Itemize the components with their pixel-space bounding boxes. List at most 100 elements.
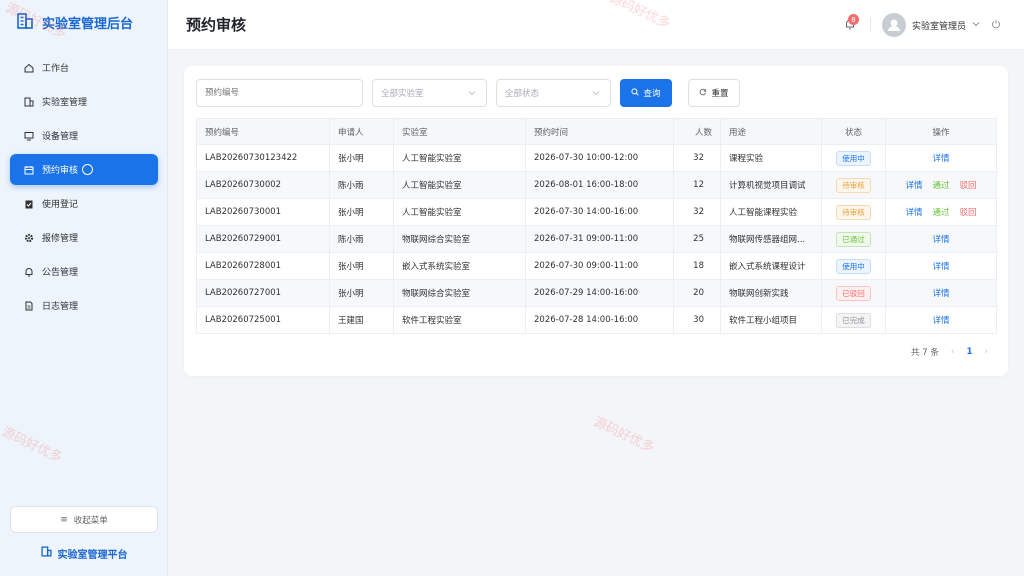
- status-badge: 使用中: [836, 150, 871, 166]
- status-badge: 待审核: [836, 204, 871, 220]
- cell-time: 2026-07-28 14:00-16:00: [525, 306, 674, 334]
- collapse-menu-button[interactable]: ≡ 收起菜单: [10, 506, 158, 533]
- cell-purpose: 计算机视觉项目调试: [720, 171, 822, 199]
- cell-applicant: 张小明: [329, 144, 394, 172]
- reject-link[interactable]: 驳回: [960, 208, 977, 218]
- detail-link[interactable]: 详情: [932, 154, 949, 164]
- cell-status: 使用中: [821, 144, 886, 172]
- platform-footer: 实验室管理平台: [10, 544, 158, 562]
- cell-actions: 详情: [885, 225, 997, 253]
- cell-applicant: 张小明: [329, 198, 394, 226]
- next-page-icon[interactable]: ›: [984, 347, 988, 357]
- cell-actions: 详情: [885, 279, 997, 307]
- table-row: LAB20260729001 陈小雨 物联网综合实验室 2026-07-31 09:0…: [196, 225, 997, 253]
- reject-link[interactable]: 驳回: [960, 181, 977, 191]
- booking-table: 预约编号 申请人 实验室 预约时间 人数 用途 状态 操作 LAB2026073…: [196, 118, 997, 334]
- status-badge: 已驳回: [836, 285, 871, 301]
- cell-booking-no: LAB20260730123422: [196, 144, 330, 172]
- pagination: 共 7 条 ‹ 1 ›: [911, 346, 988, 358]
- avatar[interactable]: [882, 13, 906, 37]
- detail-link[interactable]: 详情: [932, 316, 949, 326]
- header-divider: [870, 18, 871, 32]
- notification-badge: 8: [848, 14, 859, 25]
- lab-select-value: 全部实验室: [381, 89, 424, 99]
- cell-time: 2026-07-30 09:00-11:00: [525, 252, 674, 280]
- cell-applicant: 陈小雨: [329, 225, 394, 253]
- cell-purpose: 物联网创新实践: [720, 279, 822, 307]
- calendar-icon: [24, 165, 34, 175]
- search-button[interactable]: 查询: [620, 79, 672, 107]
- search-button-label: 查询: [643, 89, 661, 99]
- table-row: LAB20260730002 陈小雨 人工智能实验室 2026-08-01 16:00…: [196, 171, 997, 199]
- cell-time: 2026-07-30 14:00-16:00: [525, 198, 674, 226]
- status-select[interactable]: 全部状态: [496, 79, 611, 107]
- reset-button[interactable]: 重置: [688, 79, 740, 107]
- sidebar: 实验室管理后台 工作台 实验室管理 设备管理 预约审核 使用登记 报修管理 公告…: [0, 0, 168, 576]
- cell-actions: 详情: [885, 144, 997, 172]
- cell-status: 已通过: [821, 225, 886, 253]
- gear-icon: [24, 233, 34, 243]
- cell-purpose: 物联网传感器组网...: [720, 225, 822, 253]
- sidebar-item-repairs[interactable]: 报修管理: [10, 222, 158, 253]
- cell-count: 25: [673, 225, 721, 253]
- cell-count: 32: [673, 198, 721, 226]
- home-icon: [24, 63, 34, 73]
- booking-no-input[interactable]: [196, 79, 363, 107]
- brand[interactable]: 实验室管理后台: [16, 10, 133, 34]
- page-title: 预约审核: [186, 16, 247, 34]
- cell-actions: 详情 通过 驳回: [885, 171, 997, 199]
- power-icon[interactable]: [991, 19, 1001, 32]
- cell-booking-no: LAB20260727001: [196, 279, 330, 307]
- page-number-current[interactable]: 1: [966, 347, 972, 357]
- chevron-down-icon: [468, 89, 476, 100]
- cell-count: 20: [673, 279, 721, 307]
- search-icon: [631, 87, 640, 99]
- menu-lines-icon: ≡: [60, 514, 68, 525]
- sidebar-item-dashboard[interactable]: 工作台: [10, 52, 158, 83]
- detail-link[interactable]: 详情: [905, 181, 922, 191]
- cell-count: 18: [673, 252, 721, 280]
- cell-purpose: 课程实验: [720, 144, 822, 172]
- sidebar-item-booking-review[interactable]: 预约审核: [10, 154, 158, 185]
- sidebar-item-announcements[interactable]: 公告管理: [10, 256, 158, 287]
- cell-lab: 物联网综合实验室: [393, 225, 526, 253]
- collapse-menu-label: 收起菜单: [73, 515, 108, 526]
- approve-link[interactable]: 通过: [932, 181, 949, 191]
- status-select-value: 全部状态: [505, 89, 540, 99]
- sidebar-item-usage-log[interactable]: 使用登记: [10, 188, 158, 219]
- detail-link[interactable]: 详情: [932, 289, 949, 299]
- lab-select[interactable]: 全部实验室: [372, 79, 487, 107]
- sidebar-item-labs[interactable]: 实验室管理: [10, 86, 158, 117]
- sidebar-item-label: 日志管理: [42, 302, 79, 312]
- column-header-status: 状态: [821, 118, 886, 145]
- detail-link[interactable]: 详情: [932, 235, 949, 245]
- detail-link[interactable]: 详情: [905, 208, 922, 218]
- sidebar-item-logs[interactable]: 日志管理: [10, 290, 158, 321]
- document-icon: [24, 301, 34, 311]
- detail-link[interactable]: 详情: [932, 262, 949, 272]
- cell-booking-no: LAB20260730002: [196, 171, 330, 199]
- cell-applicant: 张小明: [329, 279, 394, 307]
- sidebar-item-label: 使用登记: [42, 200, 79, 210]
- cell-purpose: 人工智能课程实验: [720, 198, 822, 226]
- cell-booking-no: LAB20260730001: [196, 198, 330, 226]
- table-row: LAB20260728001 张小明 嵌入式系统实验室 2026-07-30 09:0…: [196, 252, 997, 280]
- cell-purpose: 软件工程小组项目: [720, 306, 822, 334]
- table-body: LAB20260730123422 张小明 人工智能实验室 2026-07-30 10…: [196, 144, 997, 334]
- sidebar-item-label: 预约审核: [42, 166, 79, 176]
- user-name[interactable]: 实验室管理员: [912, 19, 966, 32]
- cell-status: 使用中: [821, 252, 886, 280]
- building-icon: [24, 97, 34, 107]
- lab-building-icon: [16, 12, 34, 33]
- cell-applicant: 陈小雨: [329, 171, 394, 199]
- chevron-down-icon[interactable]: [972, 20, 980, 31]
- cell-applicant: 王建国: [329, 306, 394, 334]
- sidebar-item-devices[interactable]: 设备管理: [10, 120, 158, 151]
- column-header-applicant: 申请人: [329, 118, 394, 145]
- booking-review-card: 全部实验室 全部状态 查询 重置 预约编号 申请人 实验室 预约时间 人数 用途…: [184, 66, 1008, 376]
- status-badge: 待审核: [836, 177, 871, 193]
- column-header-lab: 实验室: [393, 118, 526, 145]
- approve-link[interactable]: 通过: [932, 208, 949, 218]
- prev-page-icon[interactable]: ‹: [951, 347, 955, 357]
- column-header-purpose: 用途: [720, 118, 822, 145]
